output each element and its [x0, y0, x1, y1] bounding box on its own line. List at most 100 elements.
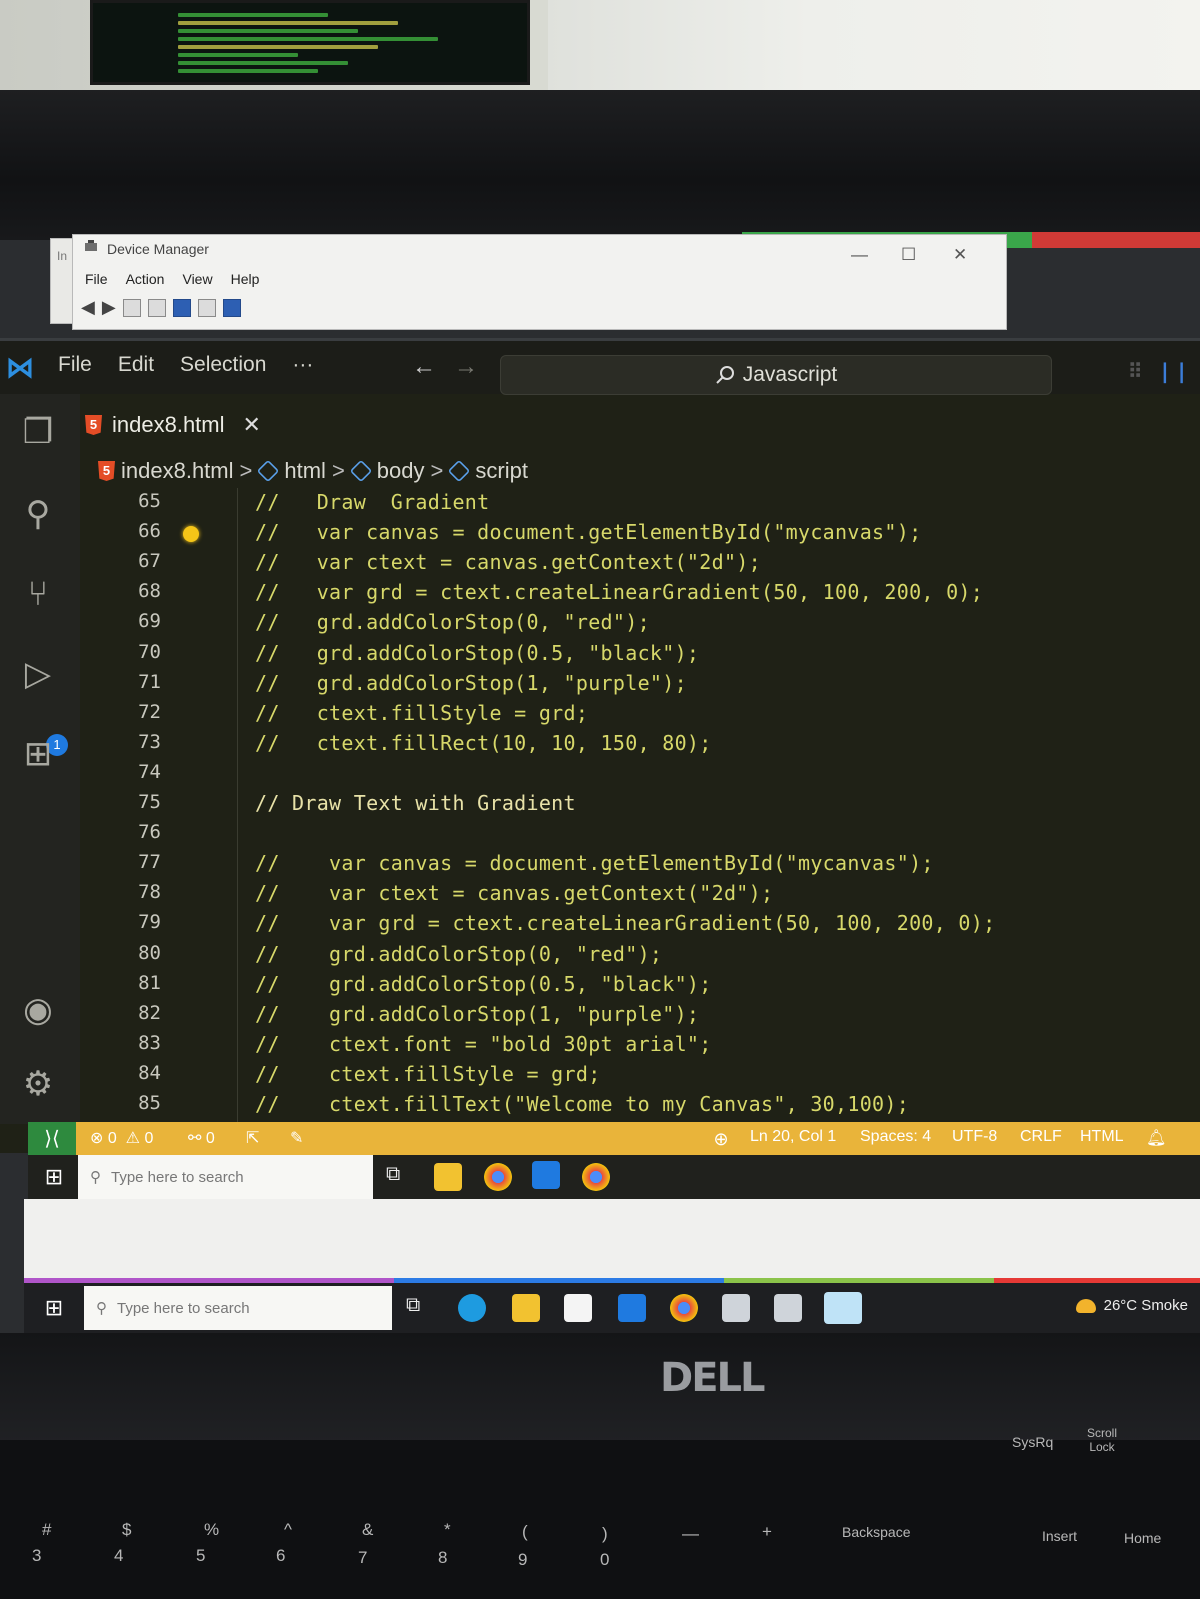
code-line[interactable]: // ctext.fillText("Welcome to my Canvas"… — [255, 1092, 909, 1116]
feedback-icon[interactable]: ✎ — [290, 1128, 303, 1148]
menu-edit[interactable]: Edit — [118, 353, 154, 377]
source-control-icon[interactable]: ⑂ — [18, 574, 58, 614]
taskbar-search-input[interactable]: ⚲ Type here to search — [78, 1155, 373, 1199]
explorer-icon[interactable]: ❐ — [18, 412, 58, 452]
file-explorer-icon[interactable] — [434, 1163, 462, 1191]
code-line[interactable]: // var grd = ctext.createLinearGradient(… — [255, 911, 995, 935]
indentation[interactable]: Spaces: 4 — [860, 1128, 931, 1146]
tab-close-icon[interactable]: ✕ — [243, 412, 261, 438]
close-button[interactable]: ✕ — [953, 245, 967, 265]
menu-selection[interactable]: Selection — [180, 353, 266, 377]
line-number: 77 — [138, 851, 161, 874]
key-label: 4 — [114, 1546, 124, 1565]
language-mode[interactable]: HTML — [1080, 1128, 1124, 1146]
weather-widget[interactable]: 26°C Smoke — [1075, 1297, 1188, 1314]
minimize-button[interactable]: — — [851, 245, 868, 265]
task-view-icon[interactable]: ⧉ — [406, 1294, 434, 1322]
line-number-gutter: 65 66 67 68 69 70 71 72 73 74 75 76 77 78 79 80 81 82 83 84… — [95, 490, 235, 1122]
windows-start-icon[interactable]: ⊞ — [34, 1157, 74, 1197]
code-line[interactable]: // ctext.fillStyle = grd; — [255, 701, 588, 725]
task-view-icon[interactable]: ⧉ — [386, 1163, 414, 1191]
dm-menu-view[interactable]: View — [182, 271, 212, 287]
key-label: 9 — [518, 1550, 528, 1569]
code-line[interactable]: // grd.addColorStop(1, "purple"); — [255, 1002, 699, 1026]
live-share-icon[interactable]: ⇱ — [246, 1128, 259, 1148]
zoom-icon[interactable]: ⊕ — [700, 1122, 742, 1156]
line-endings[interactable]: CRLF — [1020, 1128, 1062, 1146]
navigation-arrows: ← → — [412, 353, 478, 381]
run-debug-icon[interactable]: ▷ — [18, 654, 58, 694]
remote-icon[interactable]: ⟩⟨ — [28, 1122, 76, 1156]
key-label: 8 — [438, 1548, 448, 1567]
key-label: Home — [1124, 1530, 1162, 1546]
maximize-button[interactable]: ☐ — [901, 245, 916, 265]
ports-indicator[interactable]: ⚯ 0 — [188, 1128, 215, 1148]
file-explorer-icon[interactable] — [512, 1294, 540, 1322]
help-icon[interactable] — [172, 298, 191, 317]
code-line[interactable]: // var ctext = canvas.getContext("2d"); — [255, 550, 761, 574]
search-icon[interactable]: ⚲ — [18, 494, 58, 534]
vscode-taskbar-icon[interactable] — [532, 1161, 560, 1189]
drag-handle-icon: ⠿ — [1127, 361, 1143, 383]
code-line[interactable]: // grd.addColorStop(0.5, "black"); — [255, 641, 699, 665]
breadcrumb-html[interactable]: html — [284, 458, 326, 484]
forward-button[interactable]: → — [454, 353, 478, 381]
code-line[interactable]: // grd.addColorStop(0.5, "black"); — [255, 972, 712, 996]
code-line[interactable]: // ctext.fillStyle = grd; — [255, 1062, 601, 1086]
chrome-icon[interactable] — [484, 1163, 512, 1191]
code-line[interactable]: // var ctext = canvas.getContext("2d"); — [255, 881, 773, 905]
code-line[interactable]: // Draw Gradient — [255, 490, 489, 514]
chrome-icon[interactable] — [582, 1163, 610, 1191]
remote-desktop-icon[interactable] — [824, 1292, 862, 1324]
line-number: 81 — [138, 971, 161, 994]
menu-more[interactable]: ··· — [292, 353, 313, 377]
forward-arrow-icon[interactable]: ▶ — [102, 297, 116, 318]
device-manager-taskbar-icon[interactable] — [722, 1294, 750, 1322]
code-editor[interactable]: // Draw Gradient // var canvas = document… — [255, 490, 1185, 1122]
windows-start-icon[interactable]: ⊞ — [34, 1288, 74, 1328]
code-line[interactable]: // Draw Text with Gradient — [255, 791, 576, 815]
accounts-icon[interactable]: ◉ — [18, 990, 58, 1030]
code-line[interactable]: // grd.addColorStop(0, "red"); — [255, 610, 650, 634]
taskbar-search-input[interactable]: ⚲ Type here to search — [84, 1286, 392, 1330]
back-button[interactable]: ← — [412, 353, 436, 381]
editor-tab[interactable]: 5 index8.html ✕ — [85, 404, 261, 446]
code-line[interactable]: // ctext.font = "bold 30pt arial"; — [255, 1032, 712, 1056]
properties-icon[interactable] — [122, 298, 141, 317]
breadcrumb-script[interactable]: script — [475, 458, 528, 484]
code-line[interactable]: // ctext.fillRect(10, 10, 150, 80); — [255, 731, 712, 755]
code-line[interactable]: // grd.addColorStop(0, "red"); — [255, 942, 662, 966]
notifications-icon[interactable]: 🔔︎ — [1146, 1128, 1166, 1148]
dm-menu-action[interactable]: Action — [126, 271, 165, 287]
device-manager-window[interactable]: Device Manager — ☐ ✕ File Action View He… — [72, 234, 1007, 330]
layout-controls[interactable]: ⠿ ❘❘ — [1128, 359, 1190, 384]
lightbulb-icon[interactable] — [183, 526, 199, 542]
monitor-icon[interactable] — [222, 298, 241, 317]
chrome-icon[interactable] — [670, 1294, 698, 1322]
menu-file[interactable]: File — [58, 353, 92, 377]
breadcrumb-body[interactable]: body — [377, 458, 425, 484]
back-arrow-icon[interactable]: ◀ — [81, 297, 95, 318]
extensions-icon[interactable]: ⊞ — [18, 734, 58, 774]
code-line[interactable]: // var canvas = document.getElementById(… — [255, 851, 934, 875]
line-number: 74 — [138, 760, 161, 783]
network-device-icon[interactable] — [774, 1294, 802, 1322]
breadcrumb-file[interactable]: index8.html — [121, 458, 234, 484]
mail-icon[interactable] — [618, 1294, 646, 1322]
list-view-icon[interactable] — [147, 298, 166, 317]
monitor-bezel-bottom — [0, 1333, 1200, 1443]
code-line[interactable]: // var canvas = document.getElementById(… — [255, 520, 921, 544]
panel-toggle-icon[interactable]: ❘❘ — [1156, 361, 1190, 383]
command-center-search[interactable]: Javascript — [500, 355, 1052, 395]
dm-menu-help[interactable]: Help — [231, 271, 260, 287]
resource-view-icon[interactable] — [197, 298, 216, 317]
code-line[interactable]: // grd.addColorStop(1, "purple"); — [255, 671, 687, 695]
dm-menu-file[interactable]: File — [85, 271, 108, 287]
problems-indicator[interactable]: ⊗ 0 ⚠ 0 — [90, 1128, 153, 1148]
store-icon[interactable] — [564, 1294, 592, 1322]
code-line[interactable]: // var grd = ctext.createLinearGradient(… — [255, 580, 983, 604]
edge-icon[interactable] — [458, 1294, 486, 1322]
encoding[interactable]: UTF-8 — [952, 1128, 997, 1146]
settings-gear-icon[interactable]: ⚙ — [18, 1064, 58, 1104]
cursor-position[interactable]: Ln 20, Col 1 — [750, 1128, 836, 1146]
